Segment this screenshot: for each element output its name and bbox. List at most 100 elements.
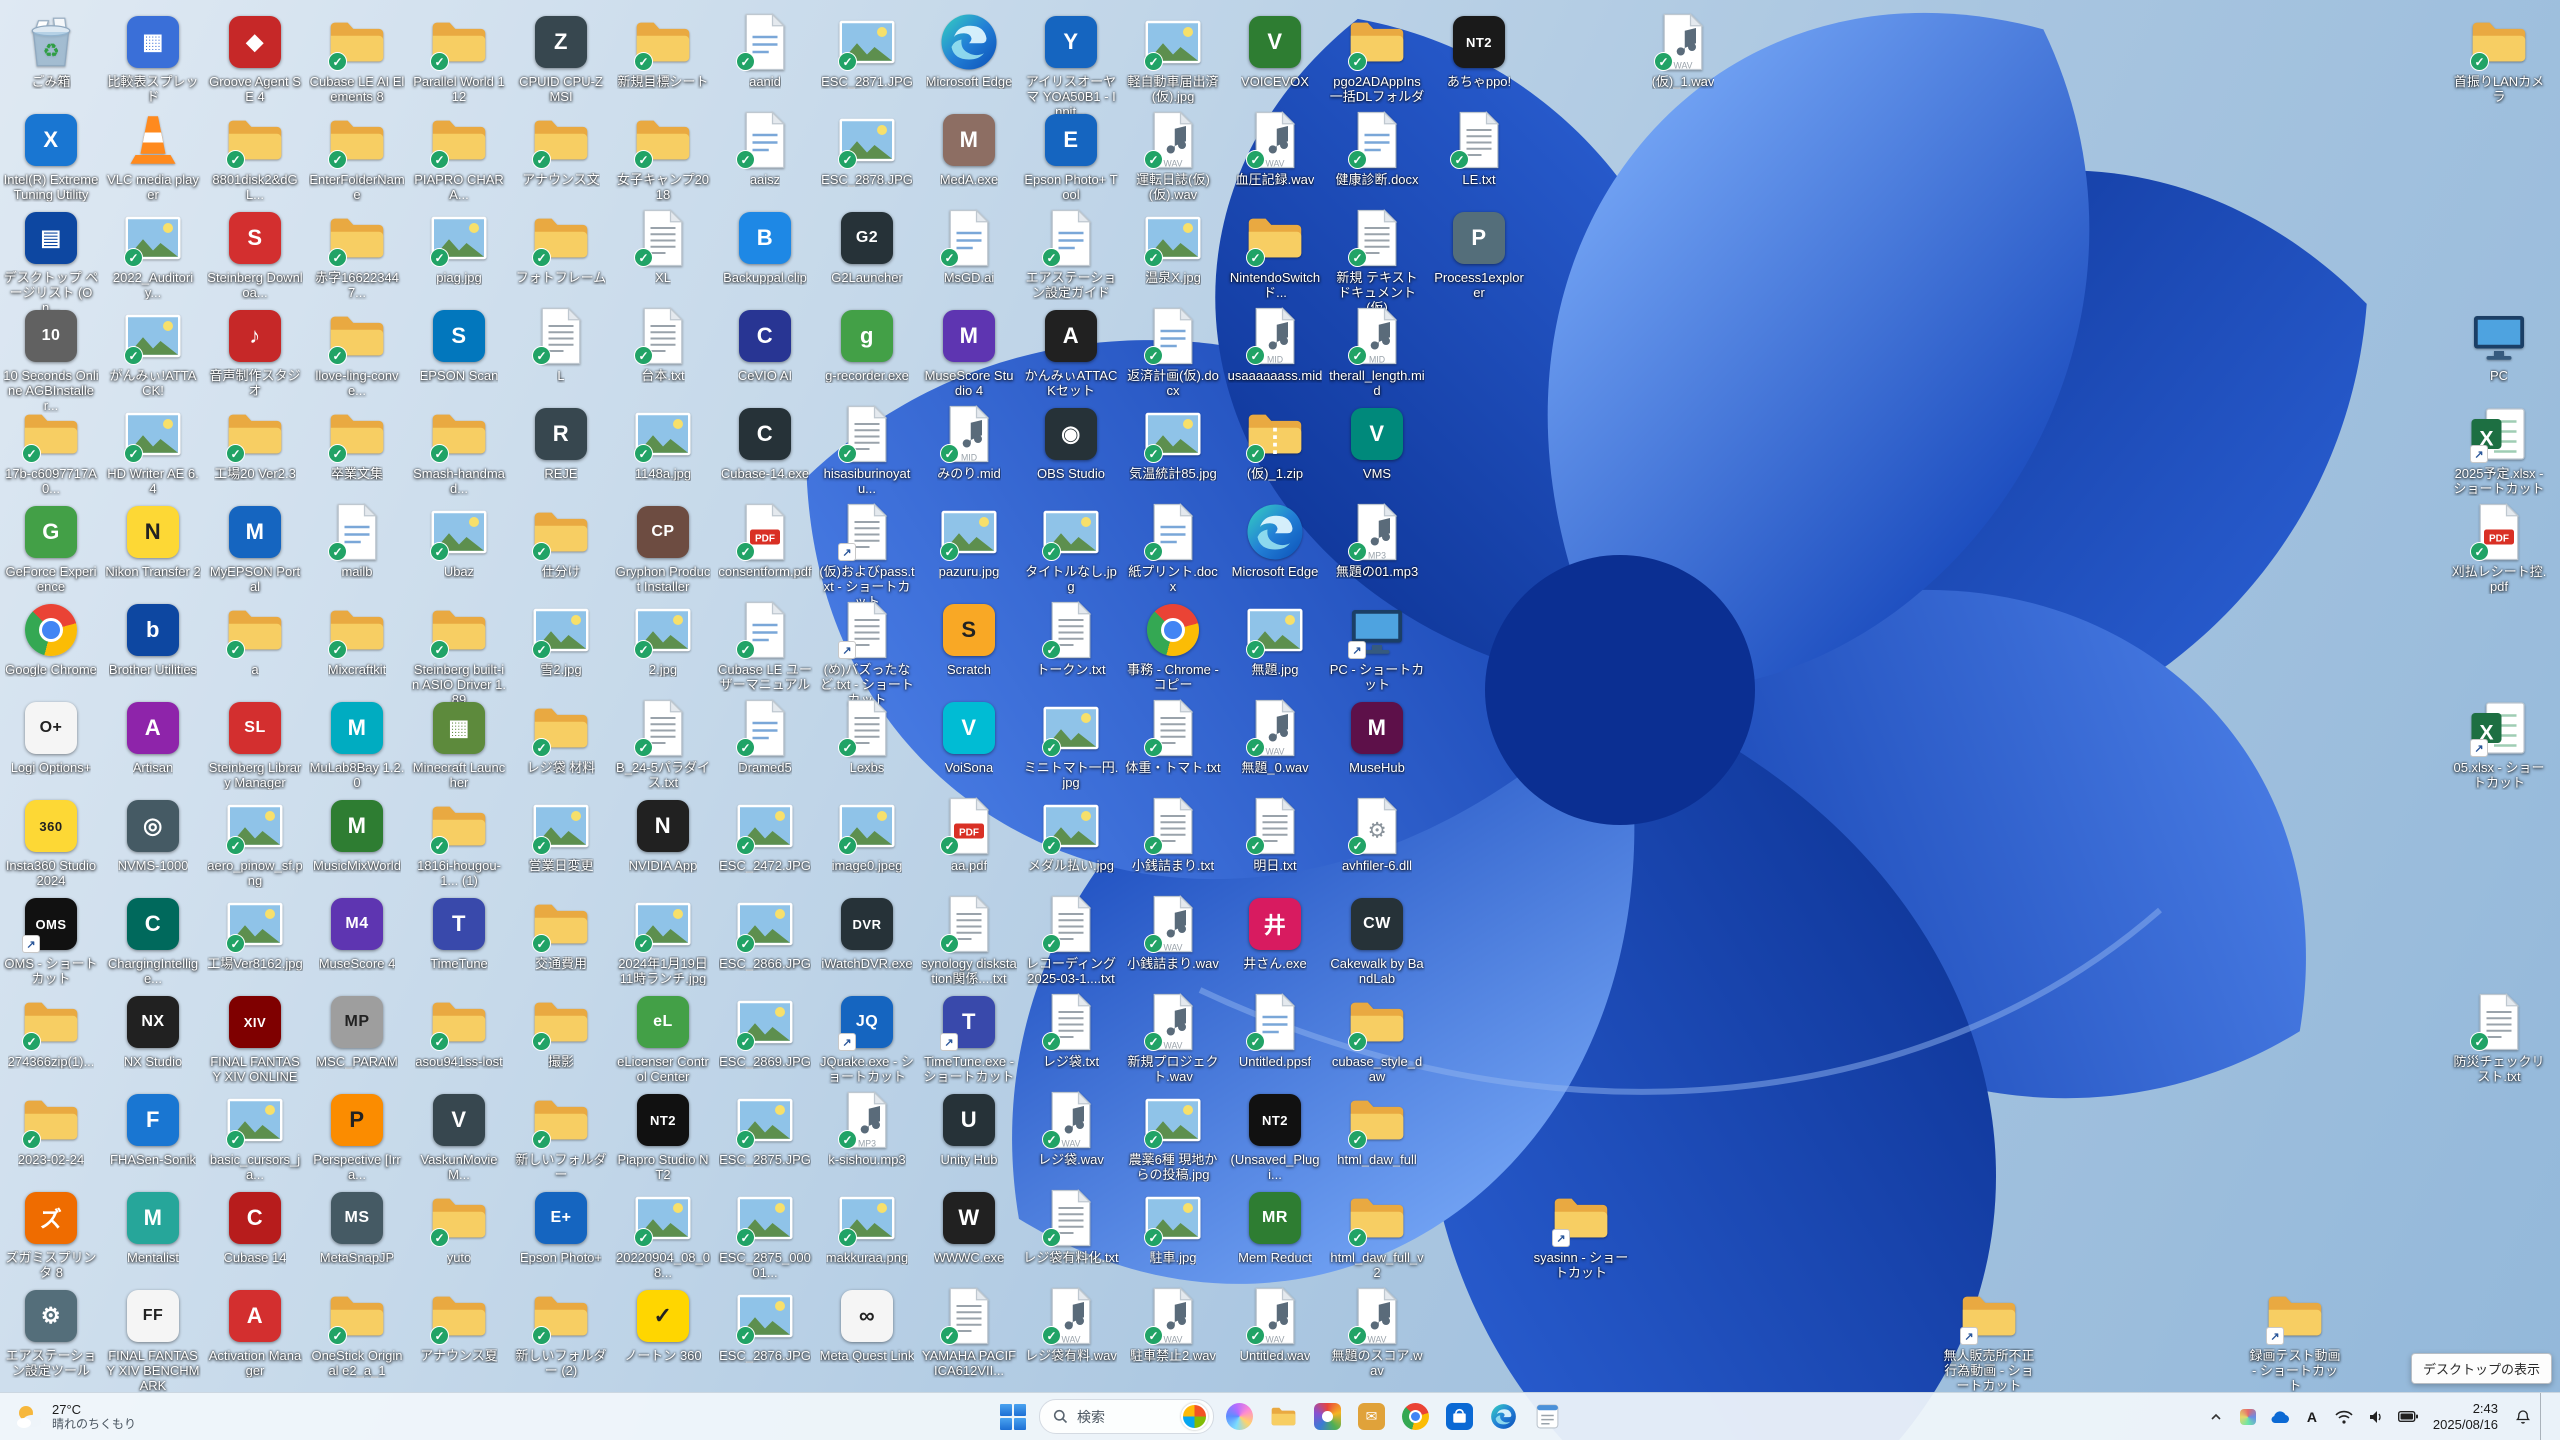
desktop-icon[interactable]: XIV FINAL FANTASY XIV ONLINE — [207, 990, 303, 1084]
desktop-icon[interactable]: PDF ✓ 刈払レシート控.pdf — [2451, 500, 2547, 594]
desktop-icon[interactable]: C CeVIO AI — [717, 304, 813, 383]
taskbar-photos-icon[interactable] — [1308, 1397, 1347, 1436]
desktop-icon[interactable]: M MuLab8Bay 1.2.0 — [309, 696, 405, 790]
desktop-icon[interactable]: 10 10 Seconds Online AGBInstaller... — [3, 304, 99, 413]
desktop-icon[interactable]: ✓ 首振りLANカメラ — [2451, 10, 2547, 104]
desktop-icon[interactable]: ✓ cubase_style_daw — [1329, 990, 1425, 1084]
desktop-icon[interactable]: ✓ 返済計画(仮).docx — [1125, 304, 1221, 398]
desktop-icon[interactable]: ▦ Minecraft Launcher — [411, 696, 507, 790]
desktop-icon[interactable]: ↗ 無人販売所不正行為動画 - ショートカット — [1941, 1284, 2037, 1393]
desktop-icon[interactable]: ✓ basic_cursors_ja... — [207, 1088, 303, 1182]
desktop-icon[interactable]: WAV ✓ レジ袋有料.wav — [1023, 1284, 1119, 1363]
desktop-icon[interactable]: ✓ B_24-5パラダイス.txt — [615, 696, 711, 790]
desktop-icon[interactable]: ✓ 交通費用 — [513, 892, 609, 971]
desktop-icon[interactable]: ✓ piag.jpg — [411, 206, 507, 285]
desktop-icon[interactable]: X ↗ 2025予定.xlsx - ショートカット — [2451, 402, 2547, 496]
desktop-icon[interactable]: DVR iWatchDVR.exe — [819, 892, 915, 971]
desktop-icon[interactable]: ✓ ESC_2878.JPG — [819, 108, 915, 187]
desktop-icon[interactable]: M MuseHub — [1329, 696, 1425, 775]
desktop-icon[interactable]: ✓ 1816i-hougou-1... (1) — [411, 794, 507, 888]
desktop-icon[interactable]: ✓ アナウンス文 — [513, 108, 609, 187]
desktop-icon[interactable]: ✓ Ubaz — [411, 500, 507, 579]
desktop-icon[interactable]: X Intel(R) Extreme Tuning Utility — [3, 108, 99, 202]
desktop-icon[interactable]: ✓ エアステーション設定ガイド — [1023, 206, 1119, 300]
desktop-icon[interactable]: VLC media player — [105, 108, 201, 202]
desktop-icon[interactable]: ✓ 274366zip(1)... — [3, 990, 99, 1069]
desktop-icon[interactable]: ズ ズガミスプリンタ 8 — [3, 1186, 99, 1280]
desktop-icon[interactable]: ✓ 台本.txt — [615, 304, 711, 383]
desktop-icon[interactable]: WAV ✓ 血圧記録.wav — [1227, 108, 1323, 187]
desktop-icon[interactable]: ✓ 小銭詰まり.txt — [1125, 794, 1221, 873]
desktop-icon[interactable]: ✓ レコーディング 2025-03-1....txt — [1023, 892, 1119, 986]
desktop-icon[interactable]: NT2 (Unsaved_Plugi... — [1227, 1088, 1323, 1182]
desktop-icon[interactable]: ✓ メダル払い.jpg — [1023, 794, 1119, 873]
desktop-icon[interactable]: ⚙ ✓ avhfiler-6.dll — [1329, 794, 1425, 873]
desktop-icon[interactable]: Microsoft Edge — [921, 10, 1017, 89]
desktop-icon[interactable]: ✓ 卒業文集 — [309, 402, 405, 481]
desktop-icon[interactable]: CP Gryphon Product Installer — [615, 500, 711, 594]
desktop-icon[interactable]: ↗ 録画テスト動画 - ショートカット — [2247, 1284, 2343, 1393]
desktop-icon[interactable]: G2 G2Launcher — [819, 206, 915, 285]
desktop-icon[interactable]: N NVIDIA App — [615, 794, 711, 873]
desktop-icon[interactable]: Y アイリスオーヤマ YOA50B1 - Inpit... — [1023, 10, 1119, 119]
desktop-icon[interactable]: ✓ フォトフレーム — [513, 206, 609, 285]
desktop-icon[interactable]: ↗ PC - ショートカット — [1329, 598, 1425, 692]
desktop-icon[interactable]: NX NX Studio — [105, 990, 201, 1069]
desktop-icon[interactable]: WAV ✓ (仮)_1.wav — [1635, 10, 1731, 89]
desktop-icon[interactable]: ✓ 無題.jpg — [1227, 598, 1323, 677]
desktop-icon[interactable]: MID ✓ therall_length.mid — [1329, 304, 1425, 398]
desktop-icon[interactable]: ◆ Groove Agent SE 4 — [207, 10, 303, 104]
desktop-icon[interactable]: ↗ (め)バズったなど.txt - ショートカット — [819, 598, 915, 707]
desktop-icon[interactable]: 事務 - Chrome - コピー — [1125, 598, 1221, 692]
desktop-icon[interactable]: ✓ ESC_2876.JPG — [717, 1284, 813, 1363]
desktop-icon[interactable]: ✓ 8801disk2&dGL... — [207, 108, 303, 202]
desktop-icon[interactable]: b Brother Utilities — [105, 598, 201, 677]
desktop-icon[interactable]: T TimeTune — [411, 892, 507, 971]
desktop-icon[interactable]: ✓ 明日.txt — [1227, 794, 1323, 873]
desktop-icon[interactable]: ✓ aaisz — [717, 108, 813, 187]
desktop-icon[interactable]: ✓ 撮影 — [513, 990, 609, 1069]
desktop-icon[interactable]: ✓ ESC_2875_00001... — [717, 1186, 813, 1280]
desktop-icon[interactable]: ✓ 2.jpg — [615, 598, 711, 677]
desktop-icon[interactable]: R REJE — [513, 402, 609, 481]
desktop-icon[interactable]: ✓ 20220904_08_08... — [615, 1186, 711, 1280]
desktop-icon[interactable]: ✓ OneStick Original e2_a_1 — [309, 1284, 405, 1378]
desktop-icon[interactable]: P Process1explorer — [1431, 206, 1527, 300]
desktop-icon[interactable]: ∞ Meta Quest Link — [819, 1284, 915, 1363]
desktop-icon[interactable]: ✓ 赤字166223447... — [309, 206, 405, 300]
desktop-icon[interactable]: S Steinberg Downloa... — [207, 206, 303, 300]
desktop-icon[interactable]: WAV ✓ 運転日誌(仮)(仮).wav — [1125, 108, 1221, 202]
desktop-icon[interactable]: ✓ 温泉X.jpg — [1125, 206, 1221, 285]
desktop-icon[interactable]: ✓ レジ袋 材料 — [513, 696, 609, 775]
desktop-icon[interactable]: ✓ aero_pinow_sf.png — [207, 794, 303, 888]
weather-widget[interactable]: 27°C 晴れのちくもり — [4, 1393, 146, 1440]
desktop-icon[interactable]: ✓ 2022_Auditoriy... — [105, 206, 201, 300]
desktop-icon[interactable]: ✓ 2024年1月19日 11時ランチ.jpg — [615, 892, 711, 986]
desktop-icon[interactable]: U Unity Hub — [921, 1088, 1017, 1167]
desktop-icon[interactable]: G GeForce Experience — [3, 500, 99, 594]
desktop-icon[interactable]: S Scratch — [921, 598, 1017, 677]
desktop-icon[interactable]: ✓ トークン.txt — [1023, 598, 1119, 677]
desktop-icon[interactable]: ✓ 新規 テキスト ドキュメント(仮) — [1329, 206, 1425, 315]
desktop-icon[interactable]: ♻ ごみ箱 — [3, 10, 99, 89]
desktop-icon[interactable]: FF FINAL FANTASY XIV BENCHMARK — [105, 1284, 201, 1393]
desktop-icon[interactable]: M Mentalist — [105, 1186, 201, 1265]
desktop-icon[interactable]: E Epson Photo+ Tool — [1023, 108, 1119, 202]
desktop-icon[interactable]: MP3 ✓ 無題の01.mp3 — [1329, 500, 1425, 579]
start-button[interactable] — [993, 1397, 1033, 1437]
desktop-icon[interactable]: ✓ Lexbs — [819, 696, 915, 775]
desktop-icon[interactable]: WAV ✓ 駐車禁止2.wav — [1125, 1284, 1221, 1363]
desktop-icon[interactable]: ✓ 17b-c6097717A0... — [3, 402, 99, 496]
desktop-icon[interactable]: ✓ 紙プリント.docx — [1125, 500, 1221, 594]
desktop-icon[interactable]: ✓ 1148a.jpg — [615, 402, 711, 481]
desktop-icon[interactable]: ✓ makkuraa.png — [819, 1186, 915, 1265]
desktop-icon[interactable]: ✓ 気温統計85.jpg — [1125, 402, 1221, 481]
desktop-icon[interactable]: MID ✓ usaaaaaass.mid — [1227, 304, 1323, 383]
desktop-icon[interactable]: ✓ アナウンス夏 — [411, 1284, 507, 1363]
desktop-icon[interactable]: ✓ ESC_2472.JPG — [717, 794, 813, 873]
desktop-icon[interactable]: W WWWC.exe — [921, 1186, 1017, 1265]
desktop-icon[interactable]: ✓ ESC_2866.JPG — [717, 892, 813, 971]
desktop-icon[interactable]: WAV ✓ 小銭詰まり.wav — [1125, 892, 1221, 971]
chevron-up-icon[interactable] — [2201, 1402, 2231, 1432]
desktop-icon[interactable]: ✓ 仕分け — [513, 500, 609, 579]
